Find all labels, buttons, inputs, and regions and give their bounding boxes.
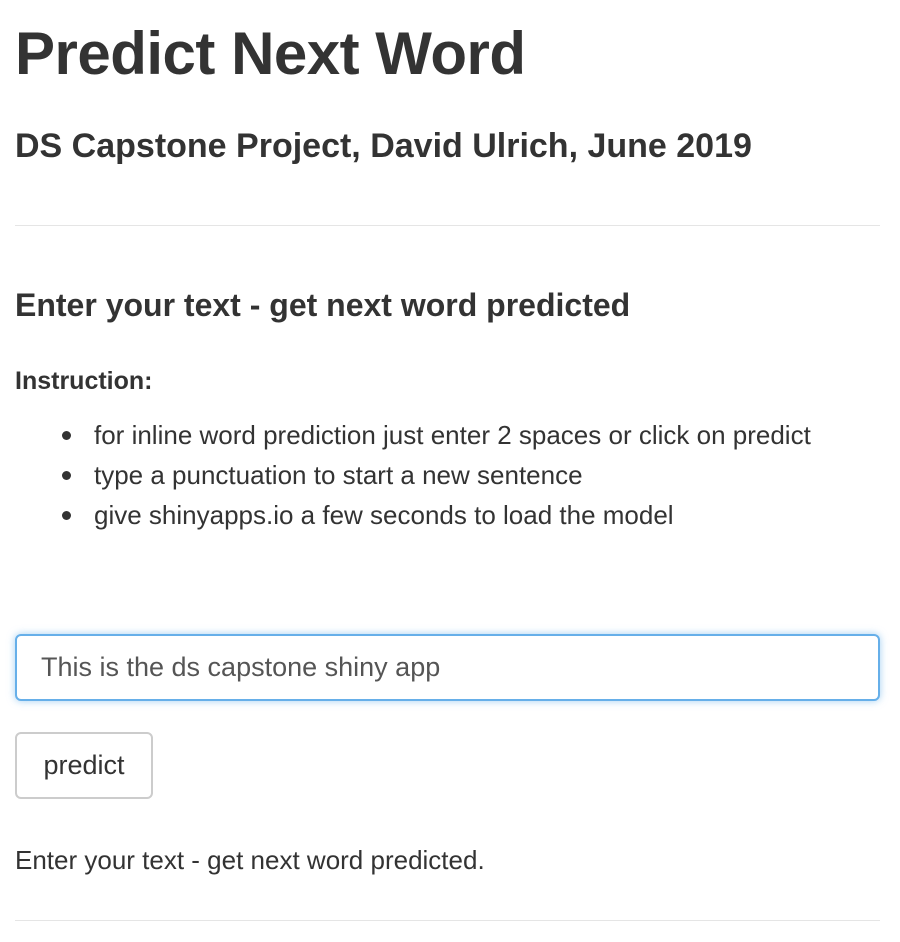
section-heading: Enter your text - get next word predicte… bbox=[15, 287, 631, 323]
bullet-icon bbox=[62, 511, 71, 520]
instruction-list: for inline word prediction just enter 2 … bbox=[15, 415, 894, 535]
page-subtitle: DS Capstone Project, David Ulrich, June … bbox=[15, 127, 752, 165]
instruction-text: give shinyapps.io a few seconds to load … bbox=[94, 500, 674, 530]
text-input[interactable] bbox=[15, 634, 880, 701]
prediction-output: Enter your text - get next word predicte… bbox=[15, 845, 485, 875]
instruction-item: for inline word prediction just enter 2 … bbox=[62, 415, 894, 455]
predict-button[interactable]: predict bbox=[15, 732, 153, 799]
top-divider bbox=[15, 225, 880, 226]
page-title: Predict Next Word bbox=[15, 20, 526, 87]
bottom-divider bbox=[15, 920, 880, 921]
instruction-item: type a punctuation to start a new senten… bbox=[62, 455, 894, 495]
instruction-text: type a punctuation to start a new senten… bbox=[94, 460, 583, 490]
bullet-icon bbox=[62, 471, 71, 480]
instruction-label: Instruction: bbox=[15, 367, 153, 395]
instruction-item: give shinyapps.io a few seconds to load … bbox=[62, 495, 894, 535]
bullet-icon bbox=[62, 431, 71, 440]
instruction-text: for inline word prediction just enter 2 … bbox=[94, 420, 811, 450]
